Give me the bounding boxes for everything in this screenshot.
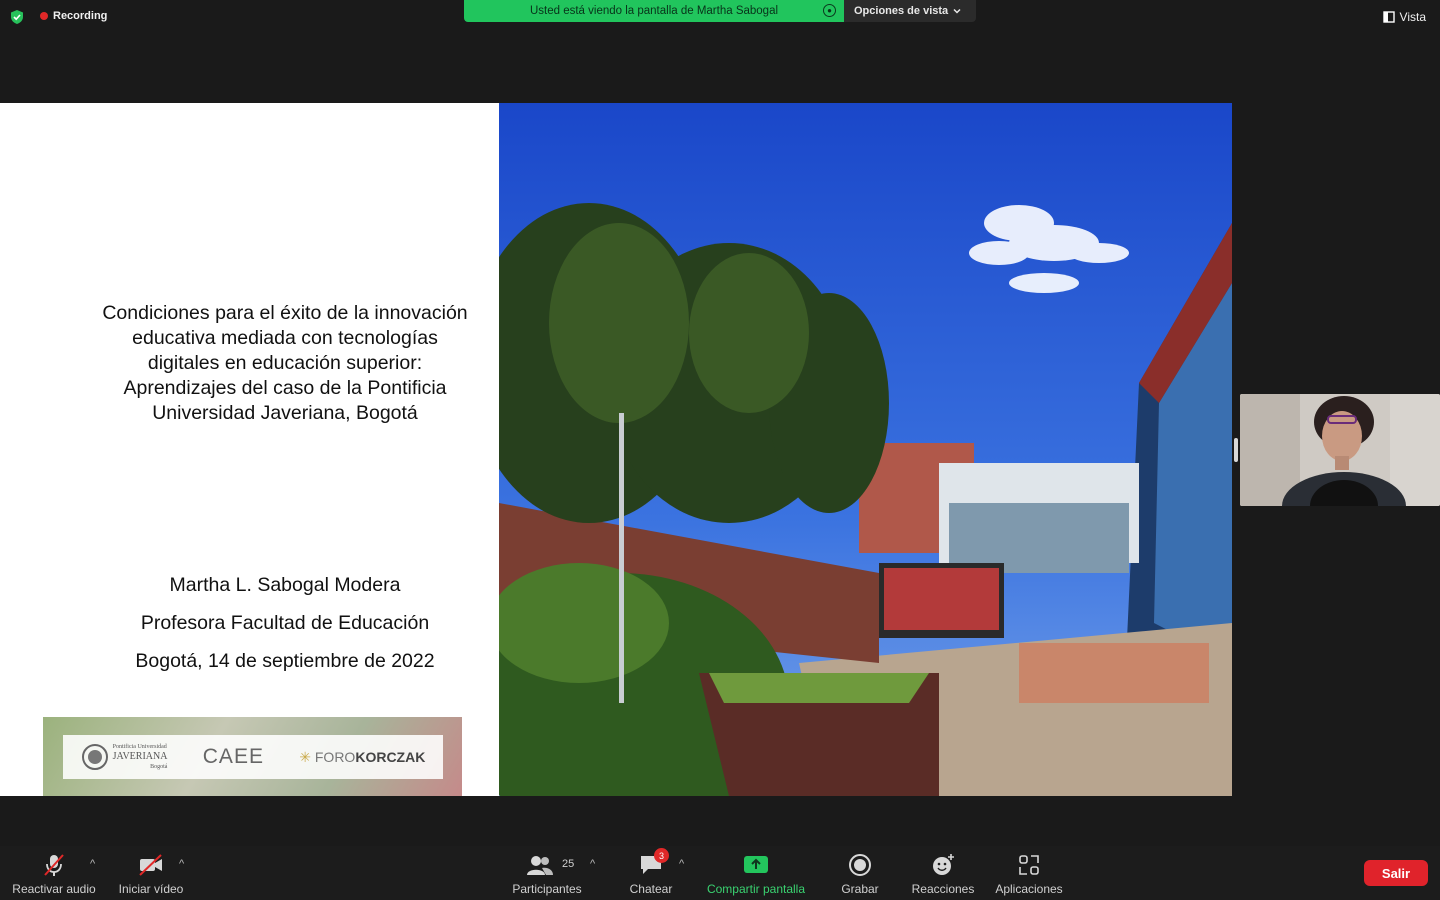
recording-indicator[interactable]: Recording bbox=[40, 10, 107, 22]
slide-title-line: Aprendizajes del caso de la Pontificia bbox=[123, 377, 447, 399]
javeriana-logo-line: JAVERIANA bbox=[112, 751, 168, 762]
slide-author-role: Profesora Facultad de Educación bbox=[140, 612, 430, 634]
javeriana-crest-icon bbox=[81, 744, 108, 770]
view-options-button[interactable]: Opciones de vista bbox=[844, 0, 976, 22]
unmute-audio-button[interactable]: Reactivar audio bbox=[10, 846, 98, 900]
leave-meeting-button[interactable]: Salir bbox=[1364, 860, 1428, 886]
chat-button[interactable]: 3 Chatear bbox=[624, 846, 678, 900]
recording-dot-icon bbox=[40, 12, 48, 20]
zoom-meeting-window: Recording Usted está viendo la pantalla … bbox=[0, 0, 1440, 900]
share-screen-label: Compartir pantalla bbox=[706, 882, 806, 896]
meeting-toolbar: Reactivar audio ^ Iniciar vídeo ^ Partic… bbox=[0, 846, 1440, 900]
record-label: Grabar bbox=[841, 882, 879, 896]
apps-icon bbox=[1019, 855, 1039, 875]
share-screen-button[interactable]: Compartir pantalla bbox=[700, 846, 812, 900]
participant-video-thumbnail[interactable] bbox=[1240, 394, 1440, 506]
slide-title: Condiciones para el éxito de la innovaci… bbox=[70, 301, 500, 426]
apps-button[interactable]: Aplicaciones bbox=[990, 846, 1068, 900]
view-layout-button[interactable]: Vista bbox=[1382, 10, 1426, 24]
participants-count: 25 bbox=[562, 858, 575, 870]
view-options-label: Opciones de vista bbox=[854, 5, 949, 17]
grid-layout-icon bbox=[1382, 11, 1395, 23]
record-icon bbox=[849, 854, 871, 876]
video-options-chevron-icon[interactable]: ^ bbox=[179, 858, 184, 870]
campus-photo bbox=[499, 103, 1232, 796]
shared-screen-slide: Condiciones para el éxito de la innovaci… bbox=[0, 103, 1232, 796]
video-camera-off-icon bbox=[139, 854, 162, 876]
audio-options-chevron-icon[interactable]: ^ bbox=[90, 858, 95, 870]
security-shield-icon[interactable] bbox=[9, 9, 25, 25]
record-button[interactable]: Grabar bbox=[832, 846, 888, 900]
slide-date: Bogotá, 14 de septiembre de 2022 bbox=[135, 650, 435, 672]
javeriana-logo-line: Bogotá bbox=[150, 764, 168, 770]
chat-label: Chatear bbox=[629, 882, 673, 896]
panel-resize-handle[interactable] bbox=[1234, 438, 1238, 462]
chevron-down-icon bbox=[953, 8, 961, 14]
start-video-label: Iniciar vídeo bbox=[118, 882, 184, 896]
slide-title-line: Condiciones para el éxito de la innovaci… bbox=[102, 302, 468, 324]
chat-unread-badge: 3 bbox=[654, 848, 669, 863]
smiley-add-icon bbox=[933, 854, 954, 875]
reactions-label: Reacciones bbox=[911, 882, 975, 896]
start-video-button[interactable]: Iniciar vídeo bbox=[115, 846, 187, 900]
share-screen-icon bbox=[744, 856, 768, 873]
participants-button[interactable]: Participantes bbox=[505, 846, 589, 900]
foro-star-icon: ✳ bbox=[299, 748, 311, 765]
screen-share-banner: Usted está viendo la pantalla de Martha … bbox=[464, 0, 844, 22]
chat-options-chevron-icon[interactable]: ^ bbox=[679, 858, 684, 870]
view-layout-label: Vista bbox=[1399, 10, 1426, 24]
caee-logo: CAEE bbox=[202, 745, 264, 768]
reactions-button[interactable]: Reacciones bbox=[906, 846, 980, 900]
slide-title-line: educativa mediada con tecnologías bbox=[132, 327, 438, 349]
slide-title-line: digitales en educación superior: bbox=[147, 352, 423, 374]
recording-label: Recording bbox=[53, 10, 108, 22]
foro-korczak-logo: ✳ FOROKORCZAK bbox=[299, 749, 425, 766]
slide-author-name: Martha L. Sabogal Modera bbox=[169, 574, 401, 596]
foro-logo-suffix: KORCZAK bbox=[355, 748, 426, 765]
microphone-muted-icon bbox=[44, 854, 64, 876]
slide-title-line: Universidad Javeriana, Bogotá bbox=[152, 402, 418, 424]
javeriana-logo: Pontificia Universidad JAVERIANA Bogotá bbox=[81, 742, 168, 772]
participants-options-chevron-icon[interactable]: ^ bbox=[590, 858, 595, 870]
apps-label: Aplicaciones bbox=[995, 882, 1063, 896]
participants-icon bbox=[527, 856, 553, 875]
slide-logo-strip: Pontificia Universidad JAVERIANA Bogotá … bbox=[43, 717, 462, 796]
foro-logo-prefix: FORO bbox=[314, 748, 356, 765]
unmute-audio-label: Reactivar audio bbox=[12, 882, 96, 896]
share-banner-text: Usted está viendo la pantalla de Martha … bbox=[529, 5, 779, 17]
slide-author-block: Martha L. Sabogal Modera Profesora Facul… bbox=[70, 566, 500, 680]
banner-status-icon[interactable]: ● bbox=[823, 4, 836, 17]
participants-label: Participantes bbox=[512, 882, 582, 896]
